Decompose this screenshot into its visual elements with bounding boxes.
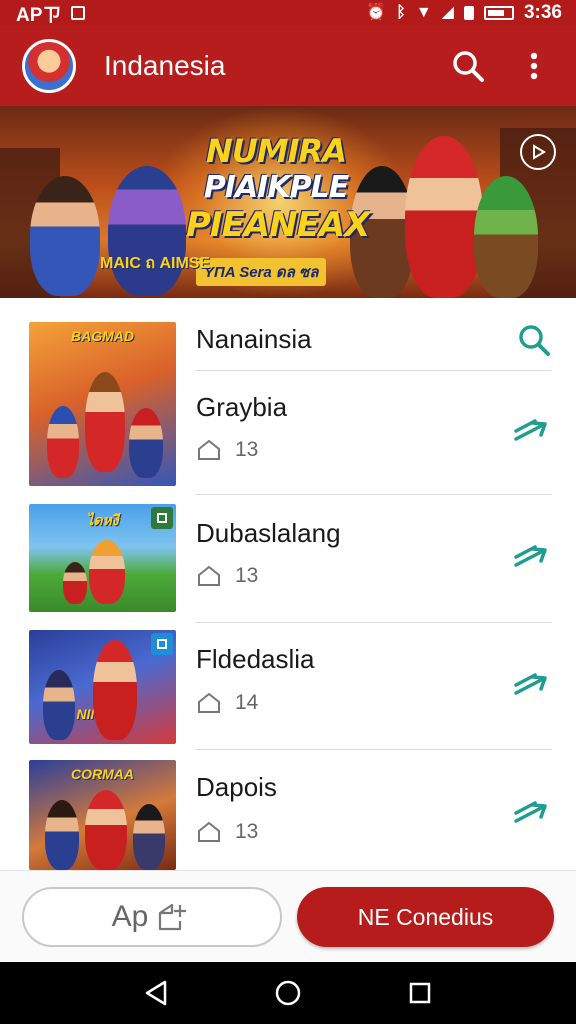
home-icon (198, 821, 220, 842)
banner-character (108, 166, 186, 296)
item-title: Graybia (196, 392, 288, 422)
item-title: Dubaslalang (196, 518, 341, 548)
home-icon (198, 439, 220, 460)
avatar[interactable] (22, 39, 76, 93)
divider (196, 370, 552, 371)
alarm-icon: ⏰ (366, 4, 387, 21)
item-open-button[interactable] (512, 668, 556, 704)
banner-title: NUMIRA PIAIKPLE PIEANEAX (186, 132, 370, 245)
corner-badge (151, 507, 173, 529)
home-button[interactable] (268, 973, 308, 1013)
item-thumbnail: ไดหงี (29, 504, 176, 612)
item-open-button[interactable] (512, 796, 556, 832)
sim-icon (463, 6, 474, 20)
thumbnail-figure (85, 372, 125, 472)
item-count: 14 (235, 691, 259, 714)
thumbnail-label: BAGMAD (71, 328, 134, 344)
corner-badge (151, 633, 173, 655)
status-carrier-text: APㄗ (16, 4, 62, 26)
status-bar: APㄗ ⏰ ᛒ ▼ ◢ 3:36 (0, 0, 576, 26)
item-open-button[interactable] (512, 540, 556, 576)
app-title: Indanesia (104, 50, 226, 81)
overflow-menu-button[interactable] (514, 46, 554, 86)
battery-icon (483, 6, 514, 20)
item-meta: 13 (197, 820, 258, 844)
primary-button[interactable]: NE Conedius (297, 887, 554, 947)
item-search-button[interactable] (512, 322, 556, 358)
thumbnail-label: CORMAA (71, 766, 134, 782)
banner-subtitle: ΥΠΑ Sera ดล ซล (196, 258, 327, 286)
banner-title-line3: PIEANEAX (186, 205, 370, 245)
recents-button[interactable] (400, 973, 440, 1013)
secondary-button-label: Ap (111, 900, 149, 933)
status-left: APㄗ (16, 0, 86, 27)
item-list: BAGMAD Nanainsia Graybia 13 ไดหงี Dubasl… (0, 298, 576, 870)
system-nav-bar (0, 962, 576, 1024)
home-icon (198, 565, 220, 586)
banner-title-line2: PIAIKPLE (203, 170, 349, 205)
bluetooth-icon: ᛒ (396, 4, 406, 21)
banner-character (405, 136, 483, 298)
thumbnail-figure (133, 804, 165, 870)
notification-icon (71, 6, 86, 20)
forward-arrows-icon (514, 545, 547, 567)
banner-badge: MAIC ถ AIMSE (100, 255, 211, 272)
home-circle-icon (275, 980, 301, 1006)
thumbnail-figure (47, 406, 79, 478)
forward-arrows-icon (514, 801, 547, 823)
recents-square-icon (409, 982, 431, 1004)
thumbnail-figure (63, 562, 87, 604)
search-icon (519, 325, 550, 356)
home-icon (198, 692, 220, 713)
thumbnail-figure (129, 408, 163, 478)
item-count: 13 (235, 564, 259, 587)
wifi-icon: ▼ (415, 4, 432, 21)
status-time: 3:36 (523, 2, 562, 23)
badge-icon (157, 513, 167, 523)
status-right: ⏰ ᛒ ▼ ◢ 3:36 (366, 2, 562, 24)
item-thumbnail: NINIRIN (29, 630, 176, 744)
banner-title-line1: NUMIRA (206, 132, 347, 170)
primary-button-label: NE Conedius (357, 903, 494, 930)
signal-icon: ◢ (441, 4, 454, 21)
item-thumbnail: BAGMAD (29, 322, 176, 486)
thumbnail-figure (89, 540, 125, 604)
secondary-button[interactable]: Ap (22, 887, 282, 947)
divider (196, 749, 552, 750)
badge-icon (157, 639, 167, 649)
item-title: Nanainsia (196, 324, 312, 354)
share-icon (159, 903, 187, 931)
banner-character (474, 176, 538, 298)
thumbnail-figure (85, 790, 127, 870)
item-count: 13 (235, 820, 259, 843)
forward-arrows-icon (514, 673, 547, 695)
item-thumbnail: CORMAA (29, 760, 176, 870)
item-title: Dapois (196, 772, 277, 802)
search-button[interactable] (448, 46, 488, 86)
bottom-action-bar: Ap NE Conedius (0, 870, 576, 962)
more-vertical-icon (530, 52, 538, 80)
item-meta: 14 (197, 691, 258, 715)
back-button[interactable] (136, 973, 176, 1013)
item-meta: 13 (197, 438, 258, 462)
divider (196, 622, 552, 623)
banner-play-button[interactable] (520, 134, 556, 170)
app-bar: Indanesia (0, 26, 576, 106)
forward-arrows-icon (514, 419, 547, 441)
play-icon (533, 144, 546, 160)
item-count: 13 (235, 438, 259, 461)
app-actions (448, 46, 554, 86)
promo-banner[interactable]: NUMIRA PIAIKPLE PIEANEAX ΥΠΑ Sera ดล ซล … (0, 106, 576, 298)
thumbnail-figure (93, 640, 137, 740)
thumbnail-figure (43, 670, 75, 740)
back-triangle-icon (145, 980, 167, 1006)
banner-character (30, 176, 100, 296)
item-title: Fldedaslia (196, 644, 315, 674)
divider (196, 494, 552, 495)
item-open-button[interactable] (512, 414, 556, 450)
search-icon (453, 51, 484, 82)
thumbnail-figure (45, 800, 79, 870)
item-meta: 13 (197, 564, 258, 588)
